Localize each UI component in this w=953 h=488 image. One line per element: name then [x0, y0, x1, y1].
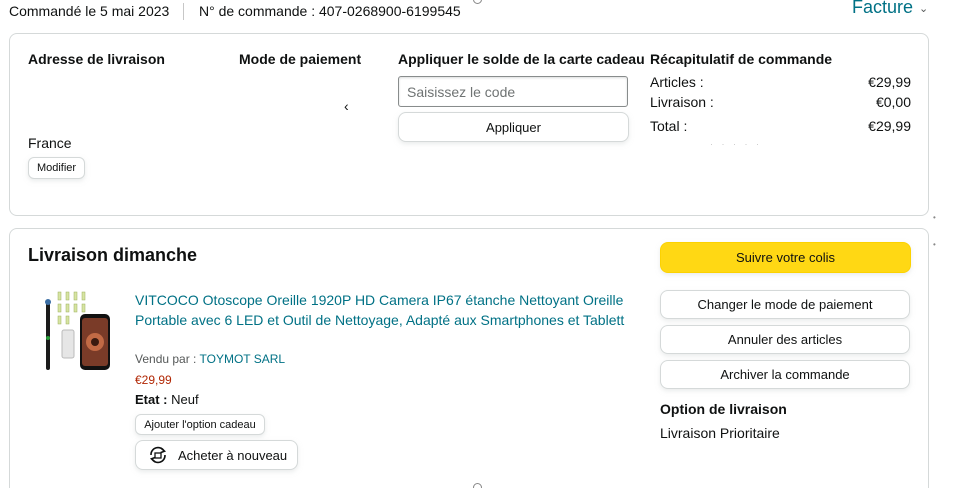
delivery-option-value: Livraison Prioritaire — [660, 425, 780, 441]
scroll-handle-bottom[interactable] — [473, 483, 482, 488]
condition-value: Neuf — [171, 392, 199, 407]
track-package-button[interactable]: Suivre votre colis — [660, 242, 911, 273]
buy-again-icon — [149, 446, 167, 464]
delivery-option-title: Option de livraison — [660, 401, 787, 417]
recap-delivery-label: Livraison : — [650, 94, 714, 110]
side-marker-icon: • — [933, 213, 936, 222]
recap-total-value: €29,99 — [868, 118, 911, 134]
buy-again-button[interactable]: Acheter à nouveau — [135, 440, 298, 470]
shipment-title: Livraison dimanche — [28, 245, 198, 265]
header-divider — [183, 3, 184, 20]
product-price: €29,99 — [135, 373, 172, 387]
sold-by-label: Vendu par : — [135, 352, 197, 366]
shipping-address-country: France — [28, 135, 72, 151]
chevron-left-icon[interactable]: ‹ — [344, 98, 349, 114]
recap-delivery-value: €0,00 — [875, 94, 911, 110]
gift-card-code-input[interactable] — [398, 76, 628, 107]
order-recap-title: Récapitulatif de commande — [650, 51, 833, 67]
recap-items-label: Articles : — [650, 74, 704, 90]
order-number: N° de commande : 407-0268900-6199545 — [199, 3, 461, 19]
recap-items-value: €29,99 — [868, 74, 911, 90]
invoice-link[interactable]: Facture — [852, 0, 913, 18]
seller-link[interactable]: TOYMOT SARL — [200, 352, 286, 366]
loading-dots-icon: · · · · · — [710, 139, 762, 149]
condition-label: Etat : — [135, 392, 168, 407]
add-gift-option-button[interactable]: Ajouter l'option cadeau — [135, 414, 265, 435]
side-marker-icon: • — [933, 240, 936, 249]
order-date: Commandé le 5 mai 2023 — [9, 3, 170, 19]
change-payment-button[interactable]: Changer le mode de paiement — [660, 290, 910, 319]
recap-total-label: Total : — [650, 118, 688, 134]
gift-card-apply-button[interactable]: Appliquer — [398, 112, 629, 142]
payment-method-title: Mode de paiement — [239, 51, 362, 67]
shipping-address-title: Adresse de livraison — [28, 51, 165, 67]
order-summary-card: Adresse de livraison France Modifier Mod… — [9, 33, 929, 216]
modify-address-button[interactable]: Modifier — [28, 157, 85, 179]
product-condition: Etat : Neuf — [135, 392, 199, 407]
gift-card-title: Appliquer le solde de la carte cadeau — [398, 51, 645, 67]
cancel-items-button[interactable]: Annuler des articles — [660, 325, 910, 354]
shipment-card: Livraison dimanche VITCOCO Otoscope Orei… — [9, 228, 929, 488]
buy-again-label: Acheter à nouveau — [178, 447, 288, 463]
chevron-down-icon[interactable]: ⌄ — [919, 2, 928, 15]
sold-by: Vendu par : TOYMOT SARL — [135, 352, 285, 366]
archive-order-button[interactable]: Archiver la commande — [660, 360, 910, 389]
product-title-link[interactable]: VITCOCO Otoscope Oreille 1920P HD Camera… — [135, 290, 635, 330]
otoscope-product-image[interactable] — [32, 288, 116, 382]
